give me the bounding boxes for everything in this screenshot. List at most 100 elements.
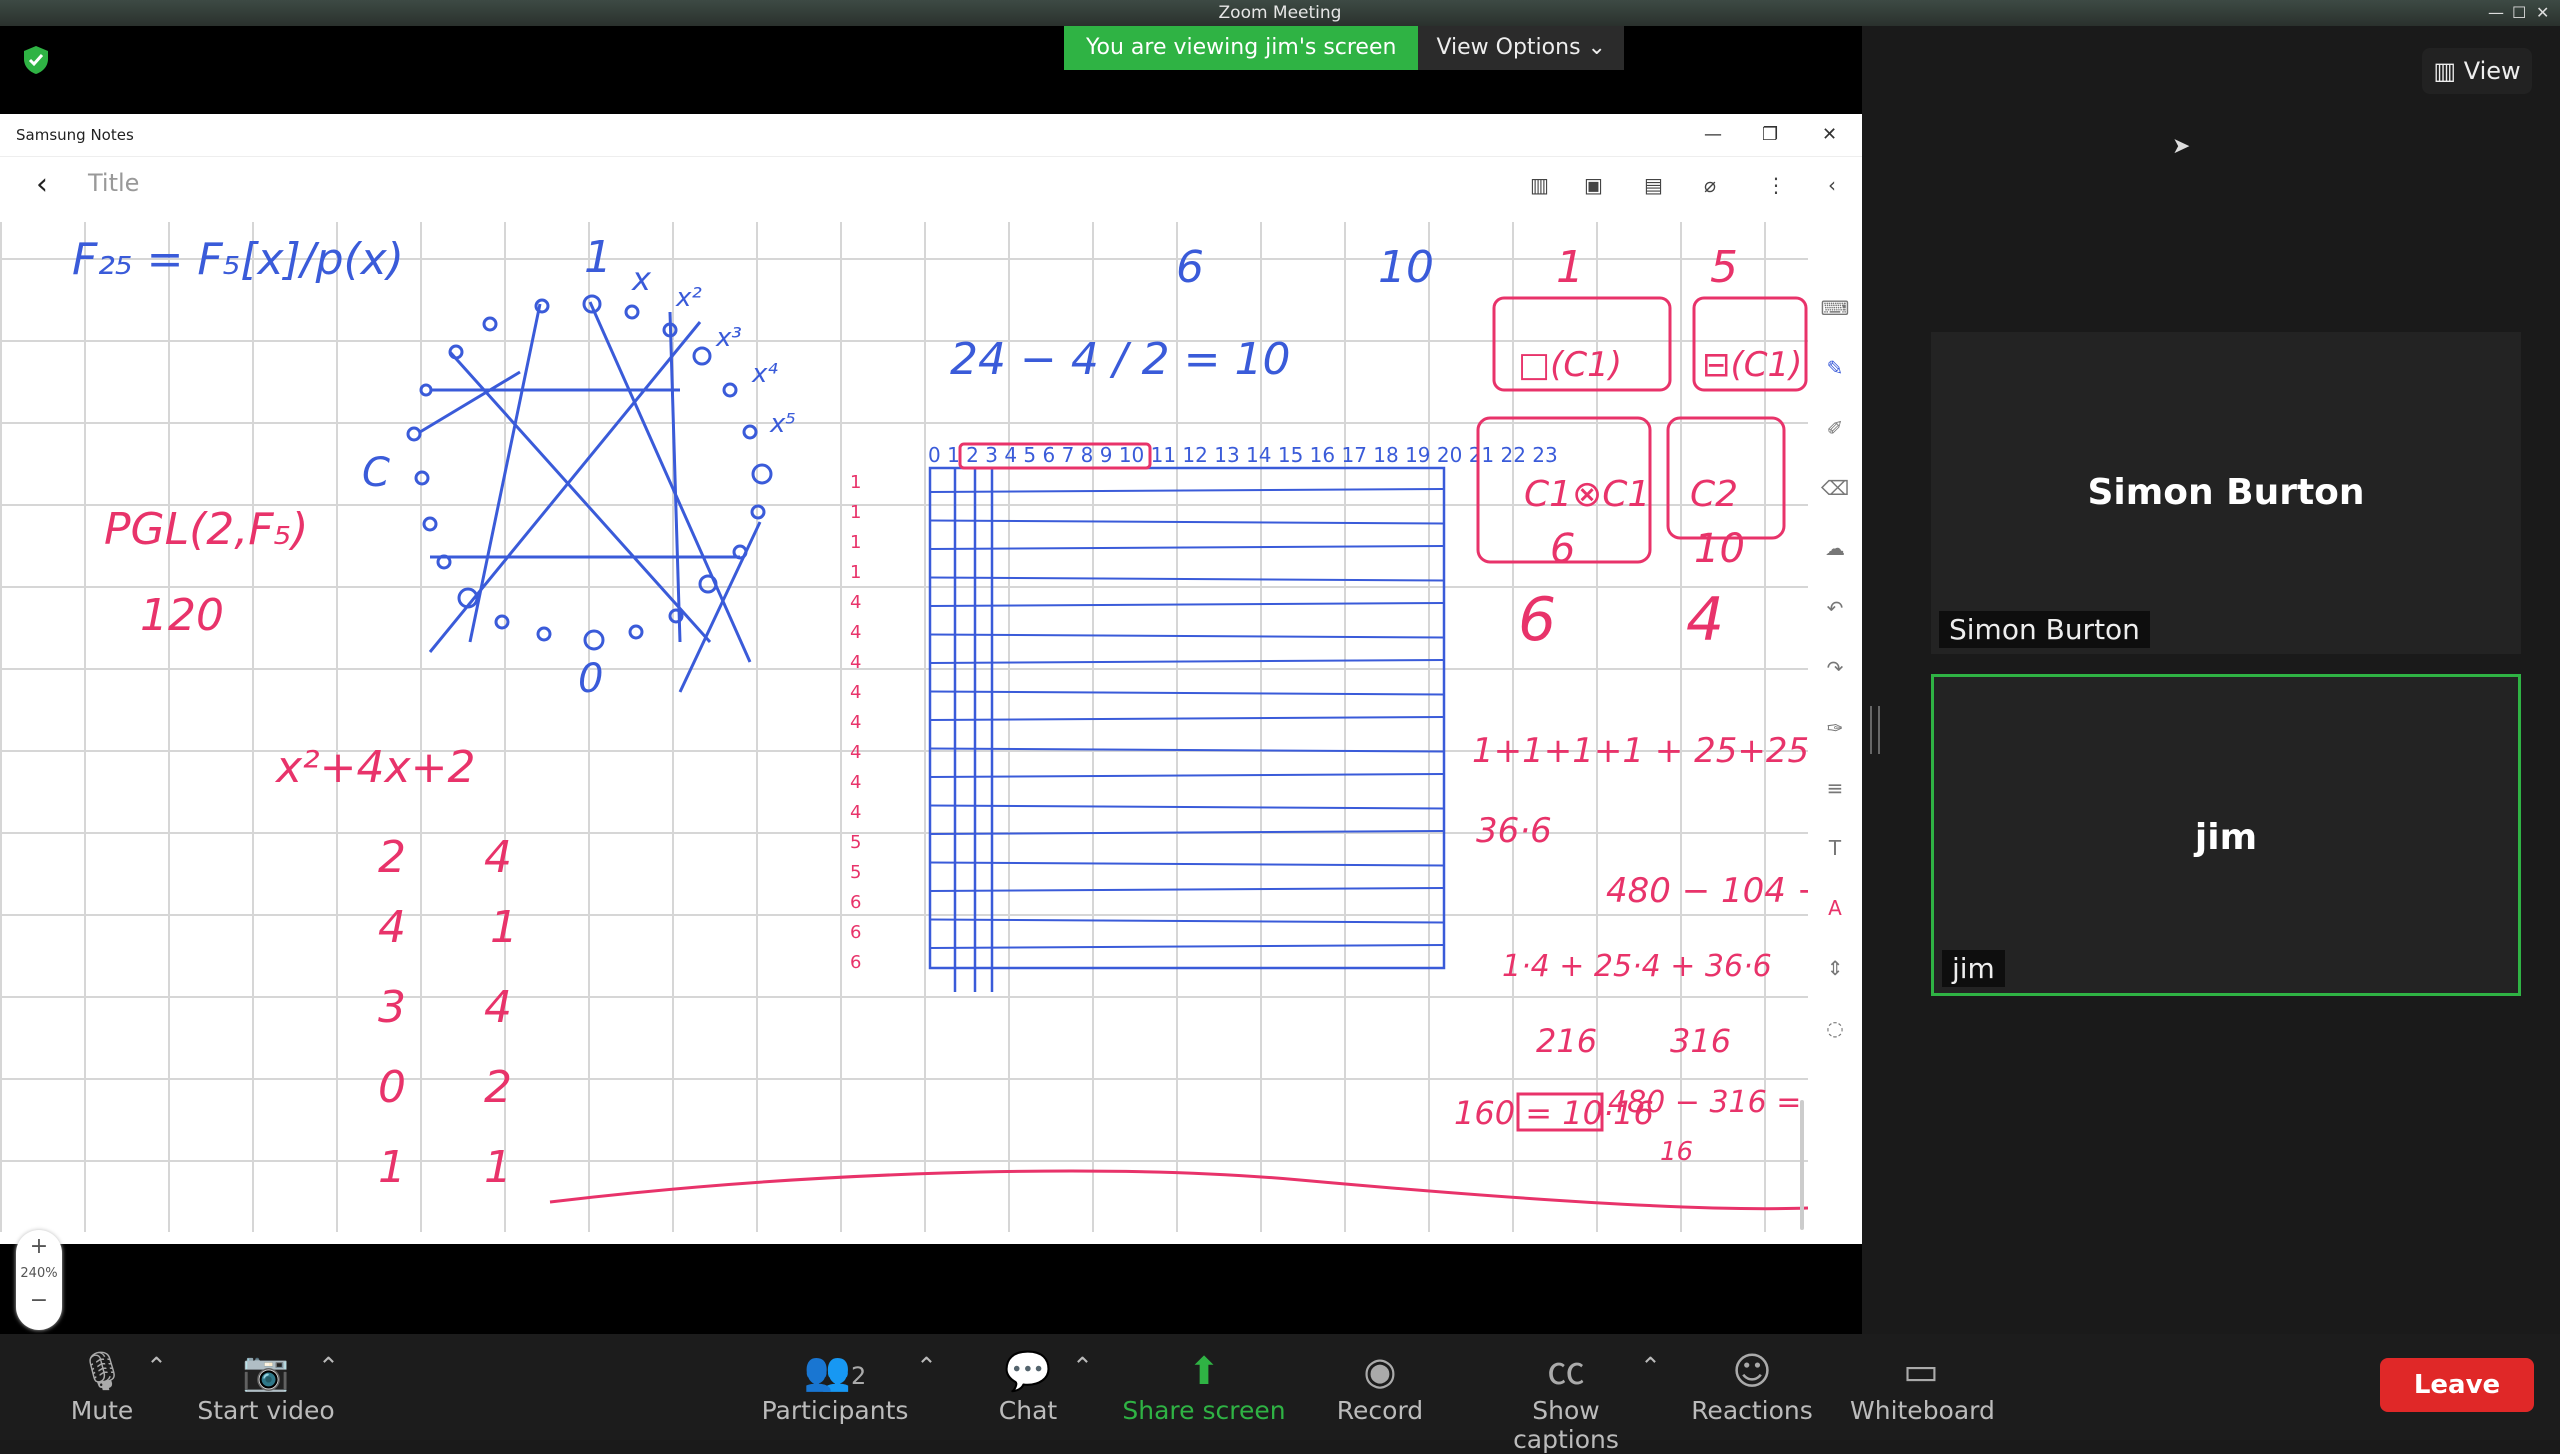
- handwriting-canvas[interactable]: F₂₅ = F₅[x]/p(x) 1 x x² x³ x⁴ x⁵ C 0 24 …: [0, 222, 1808, 1232]
- book-view-icon[interactable]: ▥: [1530, 173, 1549, 197]
- note-title-field[interactable]: Title: [88, 169, 139, 197]
- view-button[interactable]: ▥ View: [2422, 48, 2532, 94]
- record-button[interactable]: ◉ Record: [1330, 1346, 1430, 1425]
- n216-text: 216: [1536, 1022, 1597, 1060]
- mouse-cursor-icon: ➤: [2172, 134, 2191, 159]
- gallery-view-icon: ▥: [2433, 57, 2457, 85]
- back-arrow-icon[interactable]: ‹: [36, 167, 48, 202]
- minimize-icon[interactable]: —: [2488, 0, 2504, 26]
- shapes-icon[interactable]: ◌: [1812, 998, 1858, 1058]
- video-tile-simon[interactable]: Simon Burton Simon Burton: [1931, 332, 2521, 654]
- whiteboard-icon: ▭: [1903, 1349, 1939, 1393]
- security-shield-icon[interactable]: [20, 44, 52, 76]
- group-name-text: PGL(2,F₅): [104, 504, 308, 555]
- svg-text:4: 4: [484, 982, 512, 1033]
- captions-icon: ㏄: [1546, 1349, 1585, 1393]
- start-video-button[interactable]: 📷 Start video: [196, 1346, 336, 1425]
- svg-text:6: 6: [850, 952, 861, 973]
- svg-text:x⁵: x⁵: [769, 409, 796, 439]
- svg-text:3: 3: [378, 982, 406, 1033]
- notes-minimize-icon[interactable]: —: [1704, 114, 1722, 156]
- stylus-pad-icon[interactable]: ▤: [1644, 173, 1663, 197]
- leave-button[interactable]: Leave: [2380, 1358, 2534, 1412]
- highlighter-icon[interactable]: ✐: [1812, 398, 1858, 458]
- audio-options-caret-icon[interactable]: ⌃: [146, 1352, 167, 1381]
- font-color-icon[interactable]: A: [1812, 878, 1858, 938]
- svg-text:10: 10: [1694, 526, 1745, 572]
- svg-text:2: 2: [484, 1062, 512, 1113]
- participants-caret-icon[interactable]: ⌃: [916, 1352, 937, 1381]
- undo-icon[interactable]: ↶: [1812, 578, 1858, 638]
- calc1-text: 480 − 104 − 216: [1606, 871, 1808, 911]
- svg-text:4: 4: [850, 652, 861, 673]
- maximize-icon[interactable]: ☐: [2512, 0, 2526, 26]
- notes-restore-icon[interactable]: ❐: [1762, 114, 1778, 156]
- svg-text:6: 6: [1176, 242, 1204, 293]
- panel-resize-handle[interactable]: [1870, 706, 1880, 754]
- view-button-label: View: [2463, 57, 2521, 85]
- svg-text:6: 6: [850, 922, 861, 943]
- participants-count: 2: [851, 1362, 867, 1390]
- participants-button[interactable]: 👥2 Participants: [760, 1346, 910, 1425]
- table-grid-line: [929, 773, 1445, 778]
- table-grid-line: [929, 944, 1445, 949]
- chat-label: Chat: [998, 1396, 1058, 1425]
- svg-text:□(C1): □(C1): [1518, 345, 1622, 385]
- table-grid-line: [929, 488, 1445, 493]
- svg-text:4: 4: [378, 902, 406, 953]
- eraser-icon[interactable]: ⌫: [1812, 458, 1858, 518]
- zoom-out-button[interactable]: −: [16, 1284, 62, 1318]
- table-grid-line: [929, 804, 1445, 810]
- image-icon[interactable]: ▣: [1584, 173, 1603, 197]
- svg-text:2: 2: [378, 832, 406, 883]
- attach-icon[interactable]: ⌀: [1704, 173, 1716, 197]
- svg-text:1: 1: [490, 902, 518, 953]
- microphone-icon: 🎙: [77, 1349, 127, 1393]
- close-icon[interactable]: ✕: [2536, 0, 2549, 26]
- video-options-caret-icon[interactable]: ⌃: [318, 1352, 339, 1381]
- svg-text:1: 1: [850, 532, 861, 553]
- show-captions-button[interactable]: ㏄ Show captions: [1476, 1346, 1656, 1454]
- share-banner: You are viewing jim's screen View Option…: [1064, 26, 1624, 70]
- svg-text:4: 4: [850, 712, 861, 733]
- collapse-panel-icon[interactable]: ‹: [1828, 173, 1836, 197]
- note-header: ‹ Title ▥ ▣ ▤ ⌀ ⋮ ‹: [0, 157, 1862, 213]
- video-tile-jim[interactable]: jim jim: [1931, 674, 2521, 996]
- chevron-down-icon: ⌄: [1587, 35, 1606, 60]
- vertical-scrollbar[interactable]: [1800, 1100, 1804, 1230]
- text-format-icon[interactable]: T: [1812, 818, 1858, 878]
- table-grid-line: [929, 918, 1445, 924]
- captions-caret-icon[interactable]: ⌃: [1640, 1352, 1661, 1381]
- view-options-button[interactable]: View Options ⌄: [1418, 26, 1624, 70]
- sum-line-text: 1+1+1+1 + 25+25+25+25: [1472, 731, 1808, 771]
- more-options-icon[interactable]: ⋮: [1766, 173, 1786, 197]
- svg-text:5: 5: [1710, 242, 1738, 293]
- redo-icon[interactable]: ↷: [1812, 638, 1858, 698]
- svg-text:C2: C2: [1690, 474, 1738, 515]
- svg-text:4: 4: [1686, 585, 1724, 655]
- viewing-screen-label: You are viewing jim's screen: [1064, 26, 1419, 70]
- participant-tag: Simon Burton: [1939, 611, 2150, 648]
- shape-pen-icon[interactable]: ✑: [1812, 698, 1858, 758]
- svg-text:1: 1: [850, 472, 861, 493]
- reactions-button[interactable]: ☺ Reactions: [1690, 1346, 1814, 1425]
- spacing-icon[interactable]: ⇕: [1812, 938, 1858, 998]
- record-label: Record: [1336, 1396, 1424, 1425]
- chat-caret-icon[interactable]: ⌃: [1072, 1352, 1093, 1381]
- zoom-in-button[interactable]: +: [16, 1230, 62, 1264]
- zoom-titlebar: Zoom Meeting — ☐ ✕: [0, 0, 2560, 26]
- whiteboard-button[interactable]: ▭ Whiteboard: [1850, 1346, 1995, 1425]
- mute-button[interactable]: 🎙 Mute: [62, 1346, 142, 1425]
- samsung-notes-title: Samsung Notes: [16, 126, 134, 144]
- svg-text:1: 1: [378, 1142, 406, 1193]
- text-align-icon[interactable]: ≡: [1812, 758, 1858, 818]
- product-366-text: 36·6: [1476, 811, 1552, 851]
- lasso-icon[interactable]: ☁: [1812, 518, 1858, 578]
- share-screen-button[interactable]: ⬆ Share screen: [1122, 1346, 1286, 1425]
- svg-text:C: C: [362, 450, 390, 496]
- group-order-text: 120: [140, 590, 224, 641]
- chat-button[interactable]: 💬 Chat: [990, 1346, 1066, 1425]
- keyboard-icon[interactable]: ⌨: [1812, 278, 1858, 338]
- pen-icon[interactable]: ✎: [1812, 338, 1858, 398]
- notes-close-icon[interactable]: ✕: [1822, 114, 1837, 156]
